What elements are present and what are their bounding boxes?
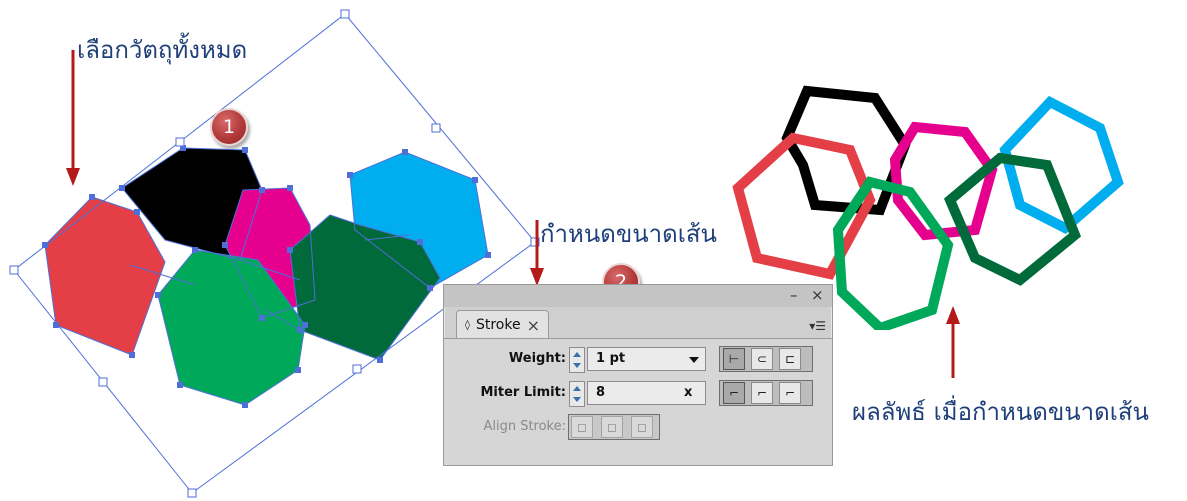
projecting-cap-icon[interactable]: ⊏ — [779, 348, 801, 370]
miter-unit: x — [684, 385, 693, 400]
tab-stroke[interactable]: ◊ Stroke × — [456, 310, 549, 339]
butt-cap-icon[interactable]: ⊢ — [723, 348, 745, 370]
green-hexagon-outline — [832, 176, 954, 330]
weight-label: Weight: — [508, 351, 566, 366]
annotation-result: ผลลัพธ์ เมื่อกำหนดขนาดเส้น — [852, 398, 1149, 426]
round-cap-icon[interactable]: ⊂ — [751, 348, 773, 370]
align-center-icon[interactable]: ◻ — [571, 416, 593, 438]
align-stroke-label: Align Stroke: — [483, 419, 566, 434]
annotation-select-all: เลือกวัตถุทั้งหมด — [77, 36, 248, 64]
miter-join-icon[interactable]: ⌐ — [723, 382, 745, 404]
weight-stepper[interactable] — [569, 347, 585, 373]
weight-dropdown[interactable]: 1 pt — [587, 347, 706, 371]
chevron-down-icon — [689, 357, 699, 363]
diamond-arrows-icon: ◊ — [465, 319, 470, 331]
tab-stroke-label: Stroke — [475, 317, 521, 333]
align-outside-icon[interactable]: ◻ — [631, 416, 653, 438]
result-hexagons-artwork — [732, 85, 1124, 330]
arrow-down-1 — [66, 50, 80, 186]
miter-limit-label: Miter Limit: — [480, 385, 566, 400]
weight-value: 1 pt — [596, 351, 626, 366]
align-inside-icon[interactable]: ◻ — [601, 416, 623, 438]
bevel-join-icon[interactable]: ⌐ — [779, 382, 801, 404]
annotation-set-stroke: กำหนดขนาดเส้น — [540, 220, 717, 248]
tab-close-icon[interactable]: × — [527, 316, 540, 335]
arrow-up-3 — [946, 306, 960, 378]
panel-body: Weight: 1 pt ⊢ ⊂ ⊏ Miter Limit: 8 x ⌐ ⌐ … — [444, 339, 832, 465]
round-join-icon[interactable]: ⌐ — [751, 382, 773, 404]
step-badge-1: 1 — [210, 108, 248, 146]
miter-limit-stepper[interactable] — [569, 381, 585, 407]
